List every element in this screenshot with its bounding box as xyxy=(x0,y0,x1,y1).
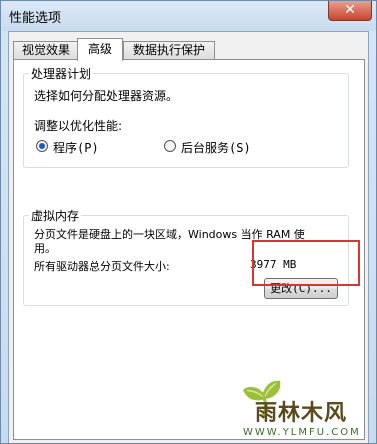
processor-scheduling-description: 选择如何分配处理器资源。 xyxy=(34,89,179,103)
tab-advanced[interactable]: 高级 xyxy=(77,38,123,61)
watermark-brand: 雨林木风 xyxy=(255,400,348,426)
programs-radio-label[interactable]: 程序(P) xyxy=(53,139,99,156)
radio-selected-dot xyxy=(39,143,45,149)
watermark-url: WWW.YLMFU.COM xyxy=(243,427,361,438)
close-button[interactable]: ✕ xyxy=(328,1,372,21)
background-services-radio[interactable] xyxy=(164,140,176,152)
performance-options-window: 性能选项 ✕ 视觉效果 高级 数据执行保护 处理器计划 选择如何分配处理器资源。… xyxy=(0,0,377,444)
virtual-memory-legend: 虚拟内存 xyxy=(29,207,82,224)
background-services-radio-label[interactable]: 后台服务(S) xyxy=(181,139,251,156)
title-bar[interactable]: 性能选项 ✕ xyxy=(1,1,376,31)
window-title: 性能选项 xyxy=(9,11,62,26)
highlight-box xyxy=(252,240,360,286)
tab-visual-effects[interactable]: 视觉效果 xyxy=(13,41,79,60)
adjust-performance-label: 调整以优化性能: xyxy=(34,119,123,133)
total-paging-file-label: 所有驱动器总分页文件大小: xyxy=(34,260,170,273)
tab-data-execution-prevention[interactable]: 数据执行保护 xyxy=(123,41,215,60)
processor-scheduling-legend: 处理器计划 xyxy=(29,65,94,82)
programs-radio[interactable] xyxy=(36,140,48,152)
virtual-memory-description-line2: 用。 xyxy=(34,242,56,255)
site-watermark: 🌱 雨林木风 WWW.YLMFU.COM xyxy=(241,379,375,443)
close-icon: ✕ xyxy=(344,2,356,18)
